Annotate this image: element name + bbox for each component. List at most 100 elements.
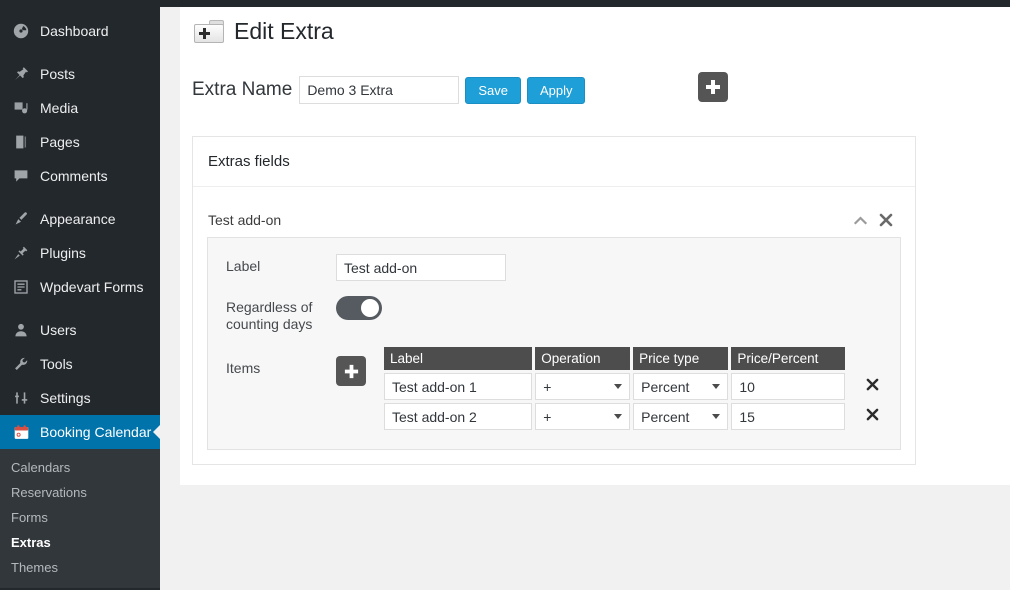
extras-fields-panel: Extras fields Test add-on Label Test add…: [192, 136, 916, 465]
sidebar-item-wpdevart-forms[interactable]: Wpdevart Forms: [0, 270, 160, 304]
sidebar-item-tools[interactable]: Tools: [0, 347, 160, 381]
brush-icon: [11, 209, 31, 229]
item-price-type-value: Percent: [641, 378, 690, 395]
addon-header: Test add-on: [207, 203, 901, 237]
sidebar-item-users[interactable]: Users: [0, 313, 160, 347]
items-column-header: Operation: [535, 347, 631, 370]
chevron-down-icon: [712, 384, 721, 389]
panel-body: Test add-on Label Test add-on Regardless…: [193, 187, 915, 464]
submenu-item-forms[interactable]: Forms: [0, 505, 160, 530]
item-label-input[interactable]: [384, 373, 533, 400]
item-price-input[interactable]: [731, 403, 845, 430]
sidebar-item-dashboard[interactable]: Dashboard: [0, 14, 160, 48]
sidebar-item-comments[interactable]: Comments: [0, 159, 160, 193]
chevron-down-icon: [614, 414, 623, 419]
item-operation-value: +: [543, 378, 552, 395]
toggle-knob: [361, 299, 379, 317]
extra-name-input[interactable]: [299, 76, 460, 104]
item-price-type-select[interactable]: Percent: [633, 403, 729, 430]
item-operation-select[interactable]: +: [535, 403, 631, 430]
apply-button[interactable]: Apply: [526, 76, 586, 104]
settings-icon: [11, 388, 31, 408]
sidebar-item-label: Wpdevart Forms: [40, 279, 144, 295]
plugin-icon: [11, 243, 31, 263]
sidebar-item-label: Posts: [40, 66, 76, 82]
submenu-item-themes[interactable]: Themes: [0, 555, 160, 580]
addon-label-caption: Label: [226, 258, 261, 274]
item-label-input[interactable]: [384, 403, 533, 430]
sidebar-item-label: Booking Calendar: [40, 424, 152, 440]
chevron-down-icon: [614, 384, 623, 389]
add-extra-field-button[interactable]: [698, 72, 728, 102]
sidebar-item-plugins[interactable]: Plugins: [0, 236, 160, 270]
sidebar-item-label: Comments: [40, 168, 108, 184]
close-x-icon[interactable]: [866, 378, 879, 394]
wrench-icon: [11, 354, 31, 374]
items-column-header: Price type: [633, 347, 729, 370]
item-label-cell: [384, 373, 533, 400]
items-column-header: Price/Percent: [731, 347, 845, 370]
sidebar-item-label: Users: [40, 322, 77, 338]
close-x-icon[interactable]: [875, 209, 897, 231]
items-body: + Percent + Percent: [384, 373, 879, 430]
submenu-item-extras[interactable]: Extras: [0, 530, 160, 555]
submenu-item-calendars[interactable]: Calendars: [0, 455, 160, 480]
addon-block: Test add-on Label Test add-on Regardless…: [207, 203, 901, 450]
item-price-input[interactable]: [731, 373, 845, 400]
sidebar-item-label: Plugins: [40, 245, 86, 261]
item-operation-value: +: [543, 408, 552, 425]
admin-sidebar: Dashboard Posts Media Pages Comments Appearan…: [0, 0, 160, 590]
chevron-up-icon[interactable]: [849, 209, 871, 231]
table-row: + Percent: [384, 403, 879, 430]
items-header-row: Label Operation Price type Price/Percent: [384, 347, 879, 370]
sidebar-item-media[interactable]: Media: [0, 91, 160, 125]
dashboard-icon: [11, 21, 31, 41]
save-button[interactable]: Save: [465, 76, 521, 104]
item-operation-select[interactable]: +: [535, 373, 631, 400]
sidebar-item-settings[interactable]: Settings: [0, 381, 160, 415]
addon-title: Test add-on: [208, 212, 282, 228]
sidebar-item-appearance[interactable]: Appearance: [0, 202, 160, 236]
calendar-icon: [11, 422, 31, 442]
sidebar-item-label: Dashboard: [40, 23, 109, 39]
user-icon: [11, 320, 31, 340]
item-price-type-cell: Percent: [633, 373, 729, 400]
sidebar-item-pages[interactable]: Pages: [0, 125, 160, 159]
submenu-item-reservations[interactable]: Reservations: [0, 480, 160, 505]
item-operation-cell: +: [535, 403, 631, 430]
item-price-type-cell: Percent: [633, 403, 729, 430]
sidebar-item-booking-calendar[interactable]: Booking Calendar: [0, 415, 160, 449]
page-title: Edit Extra: [234, 18, 334, 44]
sidebar-item-label: Settings: [40, 390, 91, 406]
page-heading: Edit Extra: [194, 20, 334, 43]
content-area: Edit Extra Extra Name Save Apply Extras …: [160, 7, 1010, 590]
extra-name-row: Extra Name Save Apply: [192, 76, 586, 104]
regardless-toggle[interactable]: [336, 296, 382, 320]
add-item-button[interactable]: [336, 356, 366, 386]
extra-name-label: Extra Name: [192, 79, 293, 100]
pin-icon: [11, 64, 31, 84]
item-delete-cell: [848, 403, 879, 430]
menu-separator: [0, 48, 160, 57]
item-delete-cell: [848, 373, 879, 400]
chevron-down-icon: [712, 414, 721, 419]
booking-calendar-submenu: Calendars Reservations Forms Extras Themes: [0, 449, 160, 588]
plus-icon: [706, 80, 720, 94]
items-table: LabelOperationPrice typePrice/Percent + P…: [381, 344, 882, 433]
menu-separator: [0, 304, 160, 313]
sidebar-item-posts[interactable]: Posts: [0, 57, 160, 91]
menu-separator: [0, 193, 160, 202]
item-operation-cell: +: [535, 373, 631, 400]
item-label-cell: [384, 403, 533, 430]
sidebar-item-label: Pages: [40, 134, 80, 150]
close-x-icon[interactable]: [866, 408, 879, 424]
addon-fields: Label Regardless of counting days: [207, 237, 901, 450]
plus-icon: [344, 364, 358, 378]
sidebar-item-label: Media: [40, 100, 79, 116]
regardless-caption: Regardless of counting days: [226, 299, 313, 332]
addon-label-input[interactable]: [336, 254, 506, 281]
items-caption: Items: [226, 360, 261, 376]
sidebar-item-label: Appearance: [40, 211, 116, 227]
form-icon: [11, 277, 31, 297]
item-price-type-select[interactable]: Percent: [633, 373, 729, 400]
